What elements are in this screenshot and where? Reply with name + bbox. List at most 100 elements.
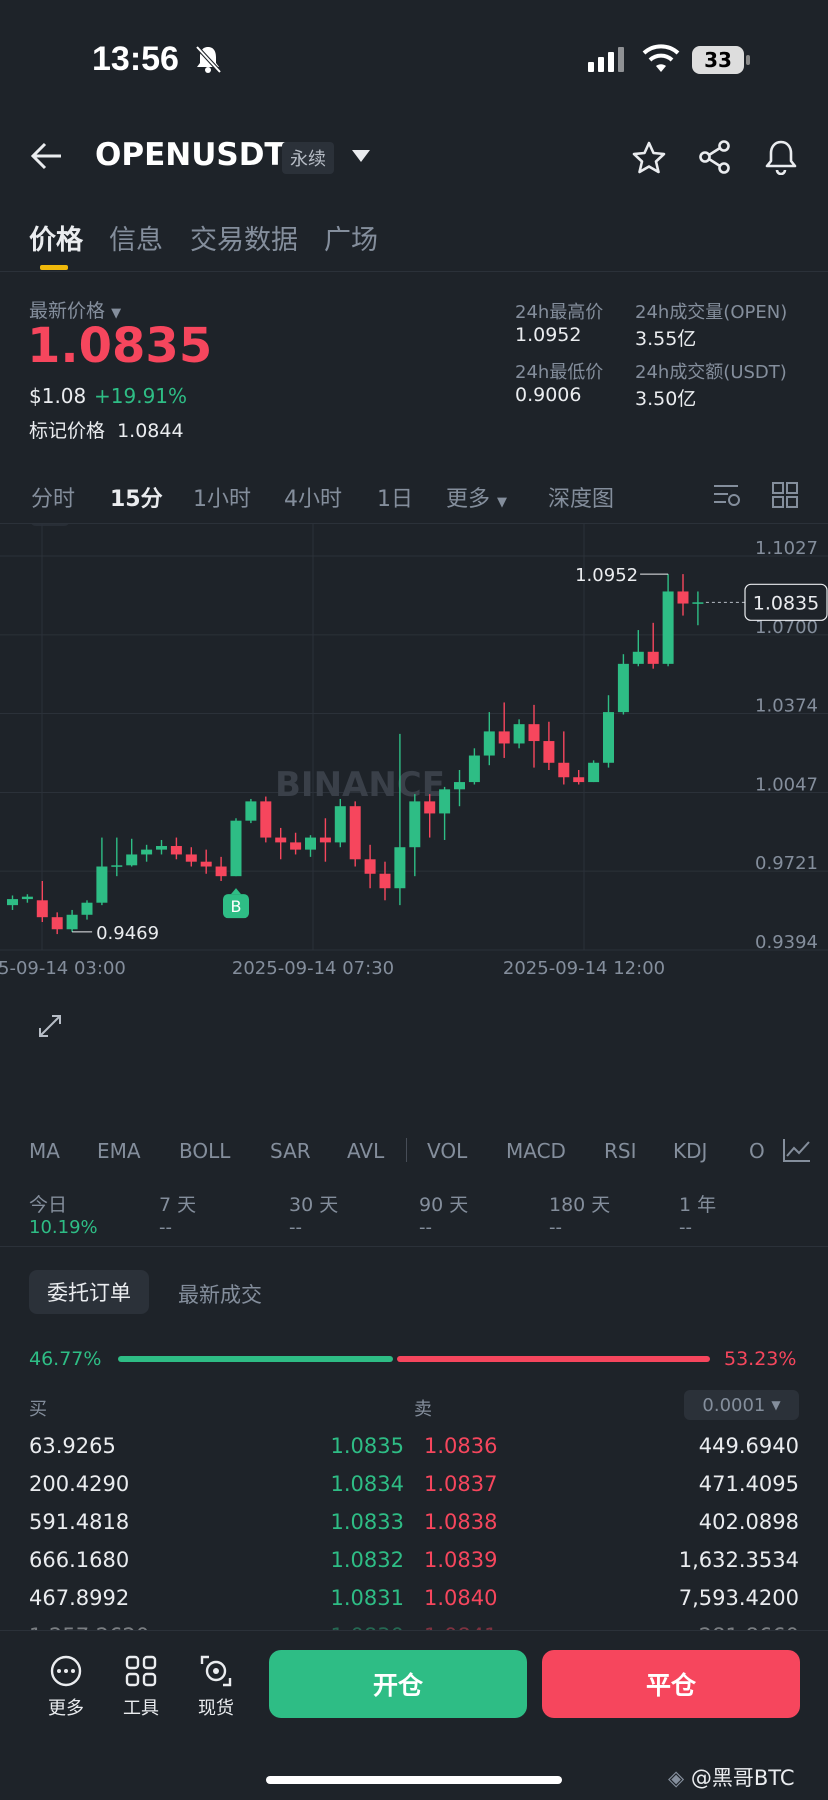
indicator-obv[interactable]: O xyxy=(749,1139,765,1163)
tf-1d[interactable]: 1日 xyxy=(377,481,413,513)
mark-price-label: 标记价格 xyxy=(29,420,106,442)
candle-body xyxy=(334,806,346,843)
status-bar: 13:56 33 xyxy=(0,0,828,120)
indicator-settings-icon[interactable] xyxy=(782,1137,812,1163)
candle-body xyxy=(528,724,540,742)
mark-price-row: 标记价格 1.0844 xyxy=(29,416,184,443)
candle-body xyxy=(394,847,406,889)
bell-muted-icon xyxy=(195,45,222,74)
sell-ratio-bar xyxy=(397,1356,710,1362)
low-marker-label: 0.9469 xyxy=(96,923,159,944)
low-label: 24h最低价 xyxy=(515,362,604,383)
tab-recent-trades[interactable]: 最新成交 xyxy=(178,1279,262,1309)
candle-body xyxy=(185,854,197,862)
indicator-avl[interactable]: AVL xyxy=(347,1139,384,1163)
orderbook-row[interactable]: 591.4818 1.0833 1.0838 402.0898 xyxy=(0,1508,828,1542)
amount-label: 24h成交额(USDT) xyxy=(635,362,787,383)
tf-timeline[interactable]: 分时 xyxy=(31,481,75,513)
tf-more-label: 更多 xyxy=(446,487,491,512)
tools-icon xyxy=(125,1655,157,1687)
candle-body xyxy=(245,801,257,821)
close-position-button[interactable]: 平仓 xyxy=(542,1650,800,1718)
buy-marker-pointer xyxy=(231,888,241,895)
candle-body xyxy=(66,914,78,930)
orderbook-row[interactable]: 666.1680 1.0832 1.0839 1,632.3534 xyxy=(0,1546,828,1580)
battery-level: 33 xyxy=(704,48,732,72)
candle-body xyxy=(573,777,585,783)
caret-down-icon: ▼ xyxy=(497,495,508,510)
contract-type-badge: 永续 xyxy=(282,142,334,174)
bid-price: 1.0831 xyxy=(330,1586,404,1610)
tf-more[interactable]: 更多 ▼ xyxy=(446,481,507,513)
indicator-rsi[interactable]: RSI xyxy=(604,1139,637,1163)
candle-body xyxy=(36,900,48,918)
candle-body xyxy=(200,861,212,867)
bell-icon[interactable] xyxy=(764,139,798,175)
back-arrow-icon[interactable] xyxy=(30,141,64,171)
tf-4h[interactable]: 4小时 xyxy=(284,481,342,513)
period-today-label: 今日 xyxy=(29,1194,68,1216)
volume-label: 24h成交量(OPEN) xyxy=(635,302,788,323)
star-icon[interactable] xyxy=(632,141,666,175)
orderbook-row[interactable]: 63.9265 1.0835 1.0836 449.6940 xyxy=(0,1432,828,1466)
chart-settings-icon[interactable] xyxy=(712,482,742,508)
orderbook-row[interactable]: 200.4290 1.0834 1.0837 471.4095 xyxy=(0,1470,828,1504)
indicator-vol[interactable]: VOL xyxy=(427,1139,467,1163)
period-7d-label: 7 天 xyxy=(159,1194,197,1216)
candle-body xyxy=(439,789,451,814)
share-icon[interactable] xyxy=(698,140,732,174)
tf-depth[interactable]: 深度图 xyxy=(548,481,614,513)
binance-logo-icon: ◈ xyxy=(668,1766,685,1790)
indicator-boll[interactable]: BOLL xyxy=(179,1139,230,1163)
indicator-kdj[interactable]: KDJ xyxy=(673,1139,707,1163)
candle-body xyxy=(647,651,659,664)
divider xyxy=(0,1630,828,1631)
symbol-dropdown-icon[interactable] xyxy=(352,150,370,162)
layout-grid-icon[interactable] xyxy=(772,482,798,508)
divider xyxy=(406,1138,407,1162)
tab-square[interactable]: 广场 xyxy=(324,218,378,257)
candle-body xyxy=(215,866,227,877)
candle-body xyxy=(126,854,138,866)
indicator-ma[interactable]: MA xyxy=(29,1139,60,1163)
precision-select[interactable]: 0.0001 ▼ xyxy=(684,1390,799,1420)
indicator-sar[interactable]: SAR xyxy=(270,1139,311,1163)
open-position-button[interactable]: 开仓 xyxy=(269,1650,527,1718)
tf-1h[interactable]: 1小时 xyxy=(193,481,251,513)
candle-body xyxy=(111,865,123,867)
candle-body xyxy=(662,591,674,664)
tf-15m[interactable]: 15分 xyxy=(110,481,163,513)
tab-info[interactable]: 信息 xyxy=(109,218,163,257)
candle-body xyxy=(81,902,93,915)
sell-ratio: 53.23% xyxy=(724,1348,797,1370)
high-marker-label: 1.0952 xyxy=(575,565,638,586)
more-button[interactable]: 更多 xyxy=(44,1654,88,1720)
ask-quantity: 449.6940 xyxy=(698,1434,799,1458)
candle-body xyxy=(379,873,391,889)
spot-button[interactable]: 现货 xyxy=(194,1654,238,1720)
tab-price[interactable]: 价格 xyxy=(29,218,83,257)
candle-body xyxy=(513,724,525,744)
bid-quantity: 63.9265 xyxy=(29,1434,116,1458)
tab-indicator xyxy=(40,265,68,270)
precision-value: 0.0001 xyxy=(702,1394,766,1416)
indicator-macd[interactable]: MACD xyxy=(506,1139,566,1163)
tab-trading-data[interactable]: 交易数据 xyxy=(190,218,298,257)
candle-body xyxy=(230,820,242,877)
latest-price: 1.0835 xyxy=(27,318,213,374)
symbol-title[interactable]: OPENUSDT xyxy=(95,137,286,173)
status-time: 13:56 xyxy=(92,40,179,78)
indicator-ema[interactable]: EMA xyxy=(97,1139,141,1163)
period-7d-value: -- xyxy=(159,1217,172,1238)
signal-icon xyxy=(588,47,624,72)
candle-body xyxy=(290,842,302,850)
candle-body xyxy=(498,731,510,744)
x-axis: 5-09-14 03:00 2025-09-14 07:30 2025-09-14 … xyxy=(0,958,665,979)
bid-price: 1.0835 xyxy=(330,1434,404,1458)
period-30d-label: 30 天 xyxy=(289,1194,339,1216)
orderbook-row[interactable]: 467.8992 1.0831 1.0840 7,593.4200 xyxy=(0,1584,828,1618)
tools-button[interactable]: 工具 xyxy=(119,1654,163,1720)
buy-ratio-bar xyxy=(118,1356,393,1362)
candlestick-chart[interactable]: BINANCE 1.10271.07001.03741.00470.97210.… xyxy=(0,524,828,1104)
tab-order-book[interactable]: 委托订单 xyxy=(29,1270,149,1314)
